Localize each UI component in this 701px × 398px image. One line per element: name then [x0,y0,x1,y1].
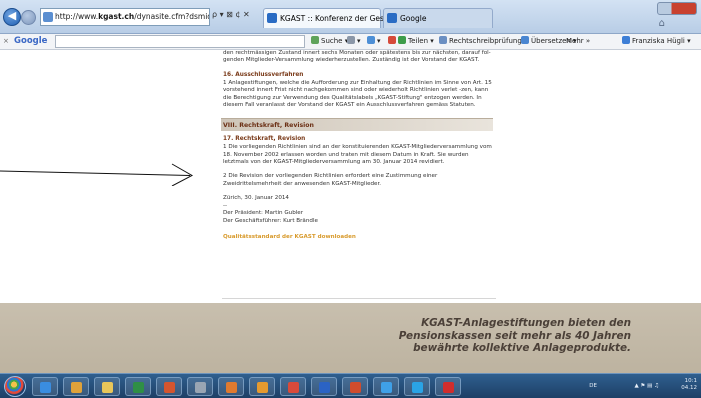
toolbar-search-input[interactable] [55,35,305,48]
network-icon[interactable]: ▤ [647,383,652,389]
folder-app-button[interactable] [94,377,120,396]
start-button[interactable] [4,376,26,397]
president-signature: Der Präsident: Martin Gubler [223,210,304,217]
manager-signature: Der Geschäftsführer: Kurt Brändle [223,217,318,224]
ie-app-icon [381,382,392,393]
language-indicator[interactable]: DE [589,383,597,389]
word-app-button[interactable] [311,377,337,396]
address-bar[interactable]: http://www.kgast.ch/dynasite.cfm?dsmid=9… [40,8,210,26]
toolbar-more-button[interactable]: Mehr » [566,34,590,49]
skype-app-button[interactable] [404,377,430,396]
tab-google[interactable]: Google [383,8,493,28]
footer-banner: KGAST-Anlagestiftungen bieten den Pensio… [0,303,701,373]
address-prefix: http://www. [55,12,99,21]
forward-button[interactable] [21,10,36,25]
outlook-app-icon [257,382,268,393]
clock-date: 04.12 [681,385,697,391]
section-16-text: 1 Anlagestiftungen, welche die Aufforder… [223,79,492,108]
user-icon [622,36,630,44]
powerpoint-app-icon [164,382,175,393]
page-icon [347,36,355,44]
windows-taskbar: DE ▲ ⚑ ▤ ♫ 10:1 04.12 [0,373,701,398]
site-favicon-icon [43,12,53,22]
web-page: den rechtmässigen Zustand innert sechs M… [0,50,701,373]
toolbar-close-icon[interactable]: × [3,34,9,49]
back-button[interactable]: ◀ [3,8,21,26]
content-footer-rule [222,298,496,299]
share-icon [388,36,396,44]
banner-line-1: KGAST-Anlagestiftungen bieten den [421,317,631,329]
toolbar-page-button[interactable]: ▾ [347,34,361,49]
tray-icons[interactable]: ▲ ⚑ ▤ ♫ [634,383,659,389]
window-controls[interactable] [657,2,697,15]
address-host: kgast.ch [98,12,135,21]
intro-paragraph: den rechtmässigen Zustand innert sechs M… [223,50,491,64]
banner-line-2: Pensionskassen seit mehr als 40 Jahren [398,329,631,342]
banner-line-3: bewährte kollektive Anlageprodukte. [413,342,631,354]
word-app-icon [319,382,330,393]
pdf-app-icon [443,382,454,393]
skype-app-icon [412,382,423,393]
section-17-paragraph-2: 2 Die Revision der vorliegenden Richtlin… [223,173,438,187]
bookmark-icon [398,36,406,44]
chrome-app-icon [288,382,299,393]
address-path: /dynasite.cfm?dsmid=9544 [134,12,209,21]
signature-separator: -- [223,202,228,209]
outlook-app-button[interactable] [249,377,275,396]
firefox-app-icon [226,382,237,393]
home-icon[interactable]: ⌂ [659,18,665,29]
toolbar-search-button[interactable]: Suche ▾ [311,34,348,49]
section-17-paragraph-1: 1 Die vorliegenden Richtlinien sind an d… [223,144,492,166]
annotation-arrow-icon [0,163,194,186]
search-icon [311,36,319,44]
kgast-favicon-icon [267,13,277,23]
pdf-app-button[interactable] [435,377,461,396]
firefox-app-button[interactable] [218,377,244,396]
chrome-app-button[interactable] [280,377,306,396]
tray-arrow-icon[interactable]: ▲ [634,383,638,389]
toolbox-app-icon [71,382,82,393]
translate-icon [521,36,529,44]
toolbar-plus-button[interactable]: ▾ [367,34,381,49]
address-tools[interactable]: ρ ▾ ⊠ ¢ ✕ [212,10,250,19]
calculator-app-icon [195,382,206,393]
download-link[interactable]: Qualitätsstandard der KGAST downloaden [223,234,496,241]
ie-app-button[interactable] [373,377,399,396]
google-favicon-icon [387,13,397,23]
tab-kgast-label: KGAST :: Konferenz der Ges... [280,14,392,23]
powerpoint-app-button[interactable] [156,377,182,396]
internet-explorer-app-icon [40,382,51,393]
regulations-content: den rechtmässigen Zustand innert sechs M… [221,50,496,241]
media-app-icon [350,382,361,393]
toolbar-share-button[interactable]: Teilen ▾ [388,34,434,49]
banner-slogan: KGAST-Anlagestiftungen bieten den Pensio… [399,317,631,355]
plus-icon [367,36,375,44]
place-date: Zürich, 30. Januar 2014 [223,195,289,202]
section-viii-heading: VIII. Rechtskraft, Revision [221,118,493,132]
google-toolbar: × Google Suche ▾ ▾ ▾ Teilen ▾ Rechtschre… [0,34,701,50]
toolbox-app-button[interactable] [63,377,89,396]
folder-app-icon [102,382,113,393]
spellcheck-icon [439,36,447,44]
excel-app-button[interactable] [125,377,151,396]
tab-kgast[interactable]: KGAST :: Konferenz der Ges... ✕ [263,8,405,28]
section-16-heading: 16. Ausschlussverfahren [223,71,304,78]
section-17-heading: 17. Rechtskraft, Revision [223,136,306,143]
volume-icon[interactable]: ♫ [654,383,659,389]
tab-google-label: Google [400,14,427,23]
clock-time: 10:1 [684,378,697,384]
browser-titlebar: ◀ http://www.kgast.ch/dynasite.cfm?dsmid… [0,0,701,34]
toolbar-user-button[interactable]: Franziska Hügli ▾ [622,34,691,49]
toolbar-spellcheck-button[interactable]: Rechtschreibprüfung ▾ [439,34,528,49]
clock[interactable]: 10:1 04.12 [681,378,697,392]
flag-icon[interactable]: ⚑ [640,383,645,389]
media-app-button[interactable] [342,377,368,396]
google-logo: Google [14,36,48,46]
calculator-app-button[interactable] [187,377,213,396]
internet-explorer-app-button[interactable] [32,377,58,396]
excel-app-icon [133,382,144,393]
